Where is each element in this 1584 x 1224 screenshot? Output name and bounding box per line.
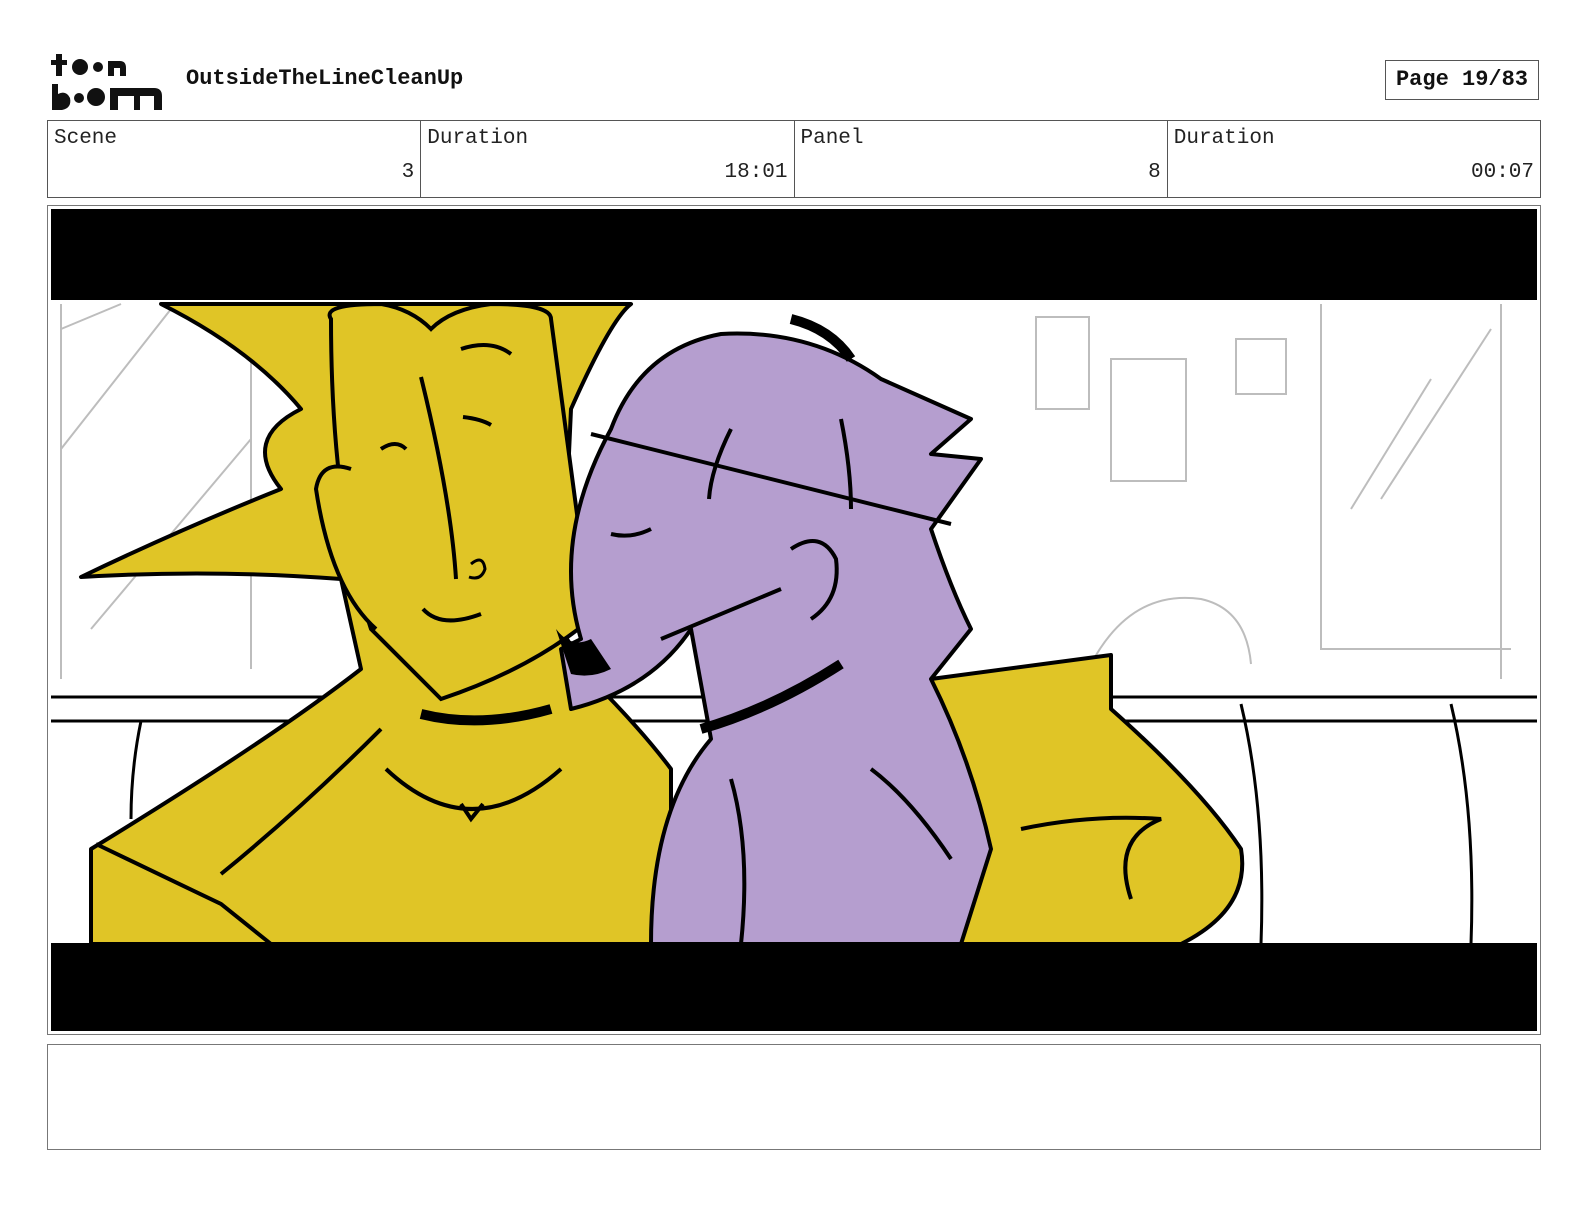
panel-duration-label: Duration [1173, 127, 1275, 150]
scene-label: Scene [54, 127, 118, 150]
scene-duration-cell: Duration 18:01 [421, 121, 795, 197]
panel-duration-cell: Duration 00:07 [1168, 121, 1540, 197]
letterbox-bottom [51, 943, 1537, 1031]
scene-duration-value: 18:01 [724, 161, 788, 184]
panel-duration-value: 00:07 [1470, 161, 1534, 184]
panel-cell: Panel 8 [795, 121, 1168, 197]
scene-value: 3 [401, 161, 415, 184]
toon-boom-logo [51, 54, 162, 110]
storyboard-panel-image [51, 209, 1537, 1031]
letterbox-top [51, 209, 1537, 300]
scene-duration-label: Duration [427, 127, 529, 150]
panel-value: 8 [1148, 161, 1161, 184]
panel-label: Panel [800, 127, 864, 150]
page-indicator: Page 19/83 [1385, 60, 1539, 100]
panel-notes-box [47, 1044, 1541, 1150]
scene-cell: Scene 3 [48, 121, 422, 197]
project-title: OutsideTheLineCleanUp [186, 66, 464, 91]
scene-info-table: Scene 3 Duration 18:01 Panel 8 Duration … [47, 120, 1541, 198]
